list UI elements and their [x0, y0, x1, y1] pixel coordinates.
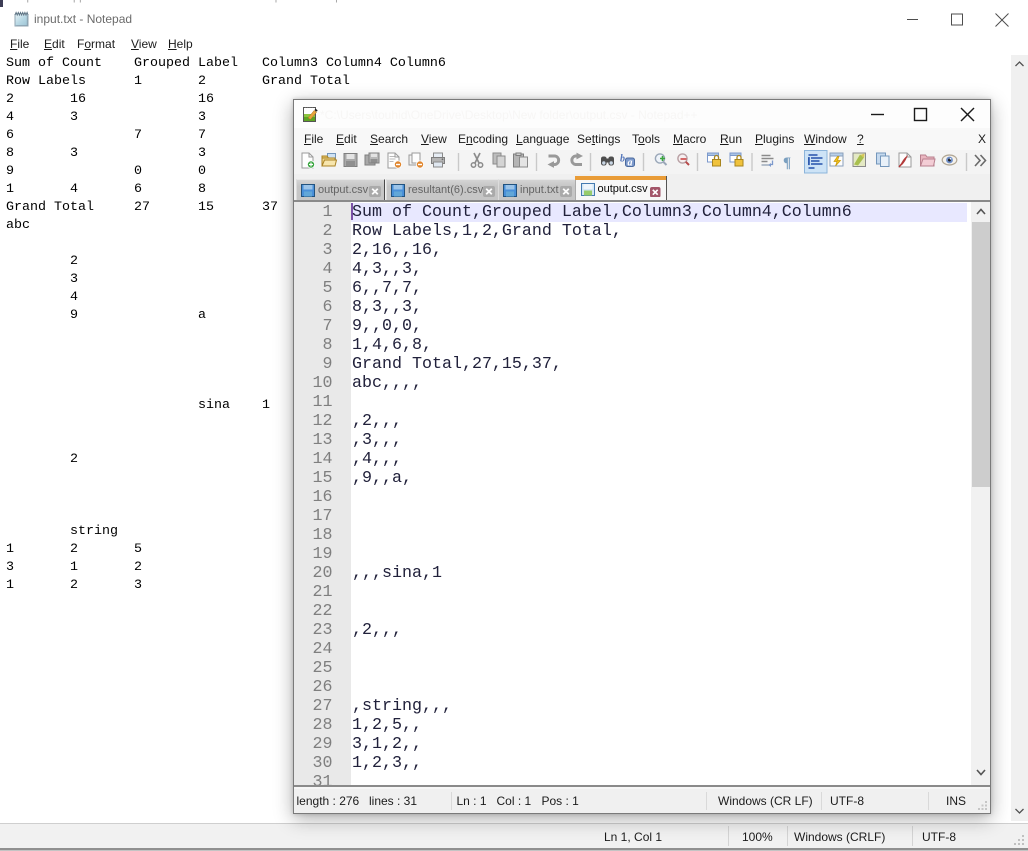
svg-text:b: b	[620, 154, 625, 165]
svg-text:a: a	[628, 157, 633, 168]
svg-text:¶: ¶	[783, 155, 791, 171]
